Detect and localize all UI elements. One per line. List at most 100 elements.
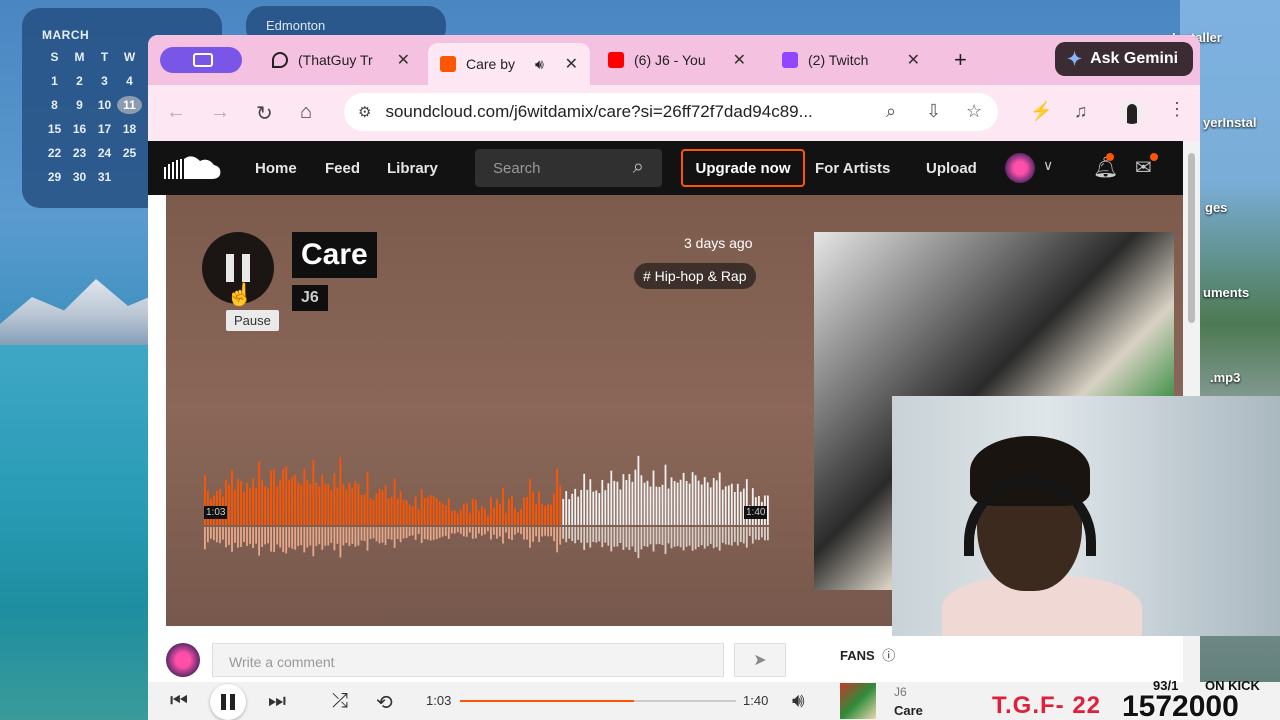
home-icon[interactable]: ⌂ [300, 101, 312, 124]
shuffle-icon[interactable]: ⤮ [332, 690, 348, 713]
weekday: S [50, 50, 59, 64]
desktop-icon-label[interactable]: yerInstal [1203, 115, 1256, 130]
pause-icon [226, 254, 234, 282]
day: 15 [47, 122, 62, 136]
tab-thatguy[interactable]: (ThatGuy Tr ✕ [260, 43, 422, 77]
day: 3 [101, 74, 108, 88]
upgrade-now-button[interactable]: Upgrade now [681, 149, 805, 187]
day: 25 [122, 146, 137, 160]
tab-soundcloud[interactable]: Care by 🔊︎ ✕ [428, 43, 590, 85]
profile-avatar[interactable] [1120, 100, 1144, 124]
fans-heading: FANS ⓘ [840, 645, 895, 664]
player-artist[interactable]: J6 [894, 685, 907, 699]
install-icon[interactable]: ⇩ [926, 101, 941, 122]
nav-feed[interactable]: Feed [325, 160, 360, 177]
soundcloud-header: Home Feed Library Search ⌕ Upgrade now F… [148, 141, 1183, 195]
day: 22 [47, 146, 62, 160]
bookmark-star-icon[interactable]: ☆ [966, 101, 982, 122]
pause-tooltip: Pause [226, 310, 279, 331]
player-current-time: 1:03 [426, 693, 452, 708]
comment-avatar [166, 643, 200, 677]
pause-icon [242, 254, 250, 282]
tab-label: Care by [466, 56, 516, 72]
day: 29 [47, 170, 62, 184]
comment-row: Write a comment ➤ [166, 643, 786, 681]
youtube-icon [608, 52, 624, 68]
profile-button[interactable] [160, 47, 242, 73]
day: 30 [72, 170, 87, 184]
webcam-overlay [892, 396, 1280, 636]
weather-city: Edmonton [266, 18, 326, 33]
day: 2 [76, 74, 83, 88]
player-progress[interactable] [460, 700, 736, 702]
day: 17 [97, 122, 112, 136]
nav-upload[interactable]: Upload [926, 160, 977, 177]
ask-gemini-button[interactable]: ✦ Ask Gemini [1055, 42, 1193, 76]
message-dot [1150, 153, 1158, 161]
address-bar[interactable]: ⚙ soundcloud.com/j6witdamix/care?si=26ff… [344, 93, 998, 131]
chevron-down-icon[interactable]: ∨ [1043, 157, 1053, 174]
player-bar: ⏮ ⏭ ⤮ ⟲ 1:03 1:40 🔊︎ J6 Care [148, 682, 1280, 720]
fans-label: FANS [840, 648, 875, 663]
mail-icon[interactable]: ✉ [1135, 155, 1152, 180]
close-icon[interactable]: ✕ [565, 54, 578, 74]
nav-home[interactable]: Home [255, 160, 297, 177]
search-input[interactable]: Search ⌕ [475, 149, 662, 187]
reload-icon[interactable]: ↻ [256, 101, 273, 126]
tab-youtube[interactable]: (6) J6 - You ✕ [596, 43, 758, 77]
nav-for-artists[interactable]: For Artists [815, 160, 890, 177]
back-icon[interactable]: ← [166, 101, 186, 124]
gemini-sparkle-icon: ✦ [1067, 48, 1083, 69]
soundcloud-logo-icon[interactable] [164, 155, 222, 181]
day: 10 [97, 98, 112, 112]
waveform[interactable] [204, 445, 770, 560]
track-title: Care [292, 232, 377, 278]
repeat-icon[interactable]: ⟲ [376, 690, 393, 715]
previous-icon[interactable]: ⏮ [170, 690, 188, 713]
close-icon[interactable]: ✕ [733, 50, 746, 70]
scroll-thumb[interactable] [1188, 153, 1195, 323]
day-today: 11 [117, 96, 142, 114]
desktop-icon-label[interactable]: .mp3 [1210, 370, 1240, 385]
day: 9 [76, 98, 83, 112]
tab-bar: (ThatGuy Tr ✕ Care by 🔊︎ ✕ (6) J6 - You … [148, 35, 1200, 85]
twitch-icon [782, 52, 798, 68]
site-settings-icon[interactable]: ⚙ [358, 103, 371, 121]
day: 8 [51, 98, 58, 112]
tab-label: (6) J6 - You [634, 52, 706, 68]
player-track-title[interactable]: Care [894, 703, 923, 718]
stream-overlay-count-big: 1572000 [1122, 690, 1239, 720]
search-icon[interactable]: ⌕ [633, 156, 644, 179]
forward-icon[interactable]: → [210, 101, 230, 124]
media-control-icon[interactable]: ♫ [1074, 101, 1088, 122]
notification-dot [1106, 153, 1114, 161]
comment-input[interactable]: Write a comment [212, 643, 724, 677]
send-icon[interactable]: ➤ [734, 643, 786, 677]
tab-twitch[interactable]: (2) Twitch ✕ [770, 43, 932, 77]
url-text: soundcloud.com/j6witdamix/care?si=26ff72… [385, 102, 813, 121]
posted-time: 3 days ago [684, 235, 753, 251]
desktop-icon-label[interactable]: uments [1203, 285, 1249, 300]
weekday: T [100, 50, 109, 64]
pause-icon [221, 694, 226, 710]
speaker-icon[interactable]: 🔊︎ [535, 56, 544, 73]
close-icon[interactable]: ✕ [907, 50, 920, 70]
player-pause-button[interactable] [210, 684, 246, 720]
genre-tag[interactable]: # Hip-hop & Rap [634, 263, 756, 289]
new-tab-icon[interactable]: + [954, 47, 967, 73]
track-artist[interactable]: J6 [292, 285, 328, 311]
next-icon[interactable]: ⏭ [268, 690, 286, 713]
volume-icon[interactable]: 🔊︎ [792, 690, 805, 713]
search-placeholder: Search [493, 160, 541, 177]
desktop-icon-label[interactable]: ges [1205, 200, 1227, 215]
flame-icon [272, 52, 288, 68]
zoom-icon[interactable]: ⌕ [886, 101, 896, 122]
player-artwork[interactable] [840, 683, 876, 719]
user-avatar[interactable] [1005, 153, 1035, 183]
close-icon[interactable]: ✕ [397, 50, 410, 70]
info-icon[interactable]: ⓘ [882, 648, 895, 663]
menu-icon[interactable]: ⋮ [1168, 99, 1186, 120]
soundcloud-icon [440, 56, 456, 72]
extension-icon[interactable]: ⚡ [1030, 101, 1052, 122]
nav-library[interactable]: Library [387, 160, 438, 177]
